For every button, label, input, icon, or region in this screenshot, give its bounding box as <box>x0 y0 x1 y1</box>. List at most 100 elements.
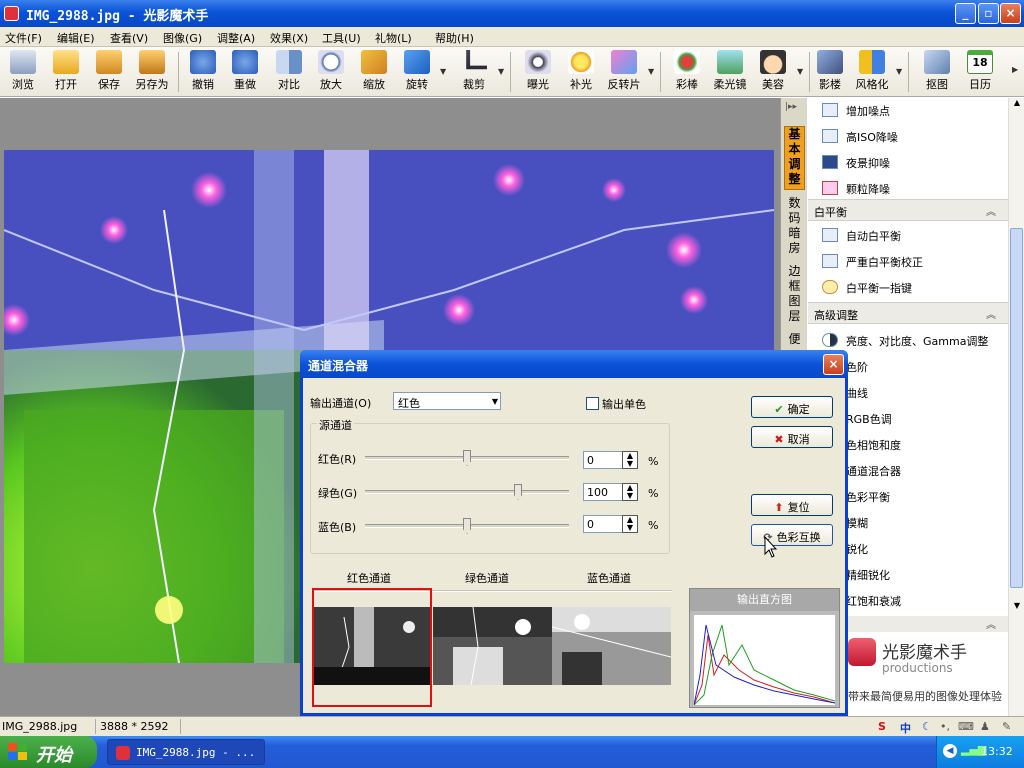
save-as-icon <box>139 50 165 74</box>
crop-button[interactable]: 裁剪 <box>451 50 497 94</box>
beauty-button[interactable]: 美容 <box>750 50 796 94</box>
stylize-button[interactable]: 风格化 <box>849 50 895 94</box>
title-bar[interactable]: IMG_2988.jpg - 光影魔术手 _ ▫ × <box>0 0 1024 27</box>
panel-item-night-noise[interactable]: 夜景抑噪 <box>808 150 1008 175</box>
brand-name: 光影魔术手 <box>882 643 967 663</box>
folder-icon <box>53 50 79 74</box>
output-channel-select[interactable]: 红色 ▼ <box>393 392 501 410</box>
tab-darkroom[interactable]: 数码暗房 <box>784 196 805 260</box>
crop-dropdown-icon[interactable]: ▼ <box>498 67 504 76</box>
panel-item-auto-wb[interactable]: 自动白平衡 <box>808 223 1008 248</box>
maximize-button[interactable]: ▫ <box>978 3 999 24</box>
keyboard-icon[interactable]: ⌨ <box>958 720 974 733</box>
red-unit: % <box>648 455 659 468</box>
close-button[interactable]: × <box>1000 3 1021 24</box>
section-white-balance[interactable]: 白平衡 ︽ <box>808 199 1008 221</box>
moon-icon[interactable]: ☾ <box>922 720 932 733</box>
resize-button[interactable]: 缩放 <box>351 50 397 94</box>
dialog-close-button[interactable]: × <box>823 354 844 375</box>
menu-tools[interactable]: 工具(U) <box>322 30 361 46</box>
tab-more[interactable]: 便 <box>784 332 805 352</box>
rotate-dropdown-icon[interactable]: ▼ <box>440 67 446 76</box>
studio-button[interactable]: 影楼 <box>807 50 853 94</box>
app-window: IMG_2988.jpg - 光影魔术手 _ ▫ × 文件(F) 编辑(E) 查… <box>0 0 1024 768</box>
taskbar-app-item[interactable]: IMG_2988.jpg - ... <box>107 739 265 765</box>
menu-effects[interactable]: 效果(X) <box>270 30 308 46</box>
save-button[interactable]: 保存 <box>86 50 132 94</box>
scroll-thumb[interactable] <box>1010 228 1023 588</box>
tab-basic-adjust[interactable]: 基本调整 <box>784 126 805 190</box>
green-value-input[interactable]: 100 <box>583 483 623 501</box>
compare-button[interactable]: 对比 <box>266 50 312 94</box>
eye-icon <box>10 50 36 74</box>
calendar-button[interactable]: 18 日历 <box>957 50 1003 94</box>
green-spinner[interactable]: ▲ ▼ <box>622 483 638 501</box>
ok-button[interactable]: ✔ 确定 <box>751 396 833 418</box>
zoom-in-button[interactable]: 放大 <box>308 50 354 94</box>
blue-value-input[interactable]: 0 <box>583 515 623 533</box>
brand-slogan: 带来最简便易用的图像处理体验 <box>848 690 1002 703</box>
section-advanced-adjust[interactable]: 高级调整 ︽ <box>808 302 1008 324</box>
green-slider-track[interactable] <box>365 490 569 494</box>
collapse-chevron-icon[interactable]: ︽ <box>986 306 996 321</box>
menu-view[interactable]: 查看(V) <box>110 30 148 46</box>
color-pen-button[interactable]: 彩棒 <box>664 50 710 94</box>
scroll-up-icon[interactable]: ▲ <box>1010 98 1024 112</box>
open-button[interactable]: 打开 <box>43 50 89 94</box>
scroll-down-icon[interactable]: ▼ <box>1010 601 1024 615</box>
tray-expand-icon[interactable]: ◀ <box>943 744 957 758</box>
toolbar-overflow-icon[interactable]: ▶ <box>1012 65 1018 74</box>
rotate-icon <box>404 50 430 74</box>
punctuation-icon[interactable]: •, <box>940 720 950 733</box>
blue-spinner[interactable]: ▲ ▼ <box>622 515 638 533</box>
wrench-icon[interactable]: ✎ <box>1002 720 1011 733</box>
menu-help[interactable]: 帮助(H) <box>435 30 474 46</box>
undo-button[interactable]: 撤销 <box>180 50 226 94</box>
save-as-button[interactable]: 另存为 <box>129 50 175 94</box>
collapse-chevron-icon[interactable]: ︽ <box>986 203 996 218</box>
panel-item-severe-wb[interactable]: 严重白平衡校正 <box>808 249 1008 274</box>
start-button[interactable]: 开始 <box>0 736 97 768</box>
tab-frames-layers[interactable]: 边框图层 <box>784 264 805 328</box>
redo-button[interactable]: 重做 <box>222 50 268 94</box>
panel-item-high-iso[interactable]: 高ISO降噪 <box>808 124 1008 149</box>
menu-image[interactable]: 图像(G) <box>163 30 202 46</box>
user-icon[interactable]: ♟ <box>980 720 990 733</box>
panel-scrollbar[interactable]: ▲ ▼ <box>1008 98 1024 716</box>
reset-button[interactable]: ⬆ 复位 <box>751 494 833 516</box>
slide-film-button[interactable]: 反转片 <box>601 50 647 94</box>
collapse-panel-icon[interactable]: |▸▸ <box>785 102 797 112</box>
blue-channel-label: 蓝色通道 <box>587 572 631 585</box>
browse-button[interactable]: 浏览 <box>0 50 46 94</box>
face-icon <box>760 50 786 74</box>
minimize-button[interactable]: _ <box>955 3 976 24</box>
menu-adjust[interactable]: 调整(A) <box>217 30 255 46</box>
mono-output-checkbox[interactable] <box>586 397 599 410</box>
clock[interactable]: 13:32 <box>981 745 1013 758</box>
soft-focus-button[interactable]: 柔光镜 <box>707 50 753 94</box>
stylize-dropdown-icon[interactable]: ▼ <box>896 67 902 76</box>
panel-item-one-click-wb[interactable]: 白平衡一指键 <box>808 275 1008 300</box>
panel-item-grain-noise[interactable]: 颗粒降噪 <box>808 176 1008 201</box>
green-channel-preview[interactable] <box>433 607 552 685</box>
hand-icon <box>822 280 838 294</box>
dialog-title-bar[interactable]: 通道混合器 × <box>300 350 848 378</box>
red-value-input[interactable]: 0 <box>583 451 623 469</box>
sogou-icon[interactable]: S <box>878 720 886 733</box>
fill-light-button[interactable]: 补光 <box>558 50 604 94</box>
cancel-button[interactable]: ✖ 取消 <box>751 426 833 448</box>
status-dimensions: 3888 * 2592 <box>100 720 169 733</box>
ime-mode[interactable]: 中 <box>900 720 911 736</box>
effects-dropdown-icon[interactable]: ▼ <box>648 67 654 76</box>
beauty-dropdown-icon[interactable]: ▼ <box>797 67 803 76</box>
source-channel-label: 源通道 <box>317 417 354 433</box>
exposure-button[interactable]: 曝光 <box>515 50 561 94</box>
panel-item-add-noise[interactable]: 增加噪点 <box>808 98 1008 123</box>
menu-edit[interactable]: 编辑(E) <box>57 30 95 46</box>
blue-channel-preview[interactable] <box>552 607 671 685</box>
menu-gifts[interactable]: 礼物(L) <box>375 30 412 46</box>
cutout-button[interactable]: 抠图 <box>914 50 960 94</box>
rotate-button[interactable]: 旋转 <box>394 50 440 94</box>
red-spinner[interactable]: ▲ ▼ <box>622 451 638 469</box>
menu-file[interactable]: 文件(F) <box>5 30 42 46</box>
